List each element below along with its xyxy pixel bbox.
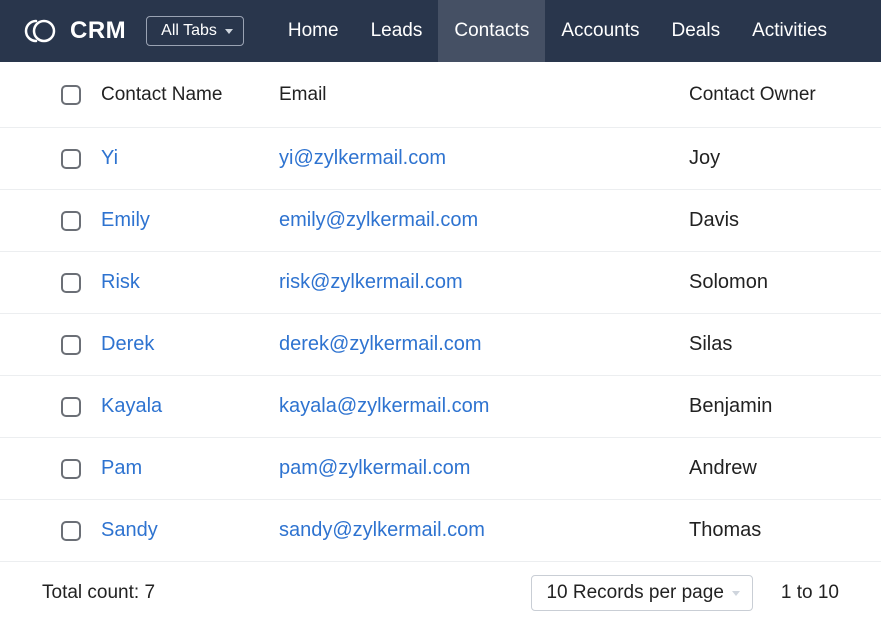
records-per-page-label: 10 Records per page xyxy=(546,582,723,604)
records-per-page-dropdown[interactable]: 10 Records per page xyxy=(531,575,752,611)
contact-name-link[interactable]: Risk xyxy=(101,271,140,293)
table-footer: Total count: 7 10 Records per page 1 to … xyxy=(0,562,881,624)
nav-deals-label: Deals xyxy=(672,20,721,42)
contact-email-link[interactable]: emily@zylkermail.com xyxy=(279,209,478,231)
contact-name-link[interactable]: Yi xyxy=(101,147,118,169)
table-row[interactable]: Derek derek@zylkermail.com Silas xyxy=(0,314,881,376)
column-header-name[interactable]: Contact Name xyxy=(101,84,279,106)
table-row[interactable]: Emily emily@zylkermail.com Davis xyxy=(0,190,881,252)
contact-owner: Benjamin xyxy=(689,395,772,417)
row-checkbox[interactable] xyxy=(61,273,81,293)
crm-logo-icon xyxy=(24,17,58,45)
row-checkbox[interactable] xyxy=(61,459,81,479)
all-tabs-dropdown[interactable]: All Tabs xyxy=(146,16,244,46)
row-checkbox[interactable] xyxy=(61,335,81,355)
contact-owner: Davis xyxy=(689,209,739,231)
nav-home-label: Home xyxy=(288,20,339,42)
main-nav: Home Leads Contacts Accounts Deals Activ… xyxy=(272,0,843,62)
contact-email-link[interactable]: sandy@zylkermail.com xyxy=(279,519,485,541)
page-range: 1 to 10 xyxy=(781,582,839,604)
nav-accounts[interactable]: Accounts xyxy=(545,0,655,62)
nav-activities[interactable]: Activities xyxy=(736,0,843,62)
contact-email-link[interactable]: yi@zylkermail.com xyxy=(279,147,446,169)
caret-down-icon xyxy=(732,591,740,596)
nav-leads-label: Leads xyxy=(371,20,423,42)
select-all-checkbox[interactable] xyxy=(61,85,81,105)
contact-name-link[interactable]: Derek xyxy=(101,333,154,355)
all-tabs-label: All Tabs xyxy=(161,22,217,40)
table-row[interactable]: Kayala kayala@zylkermail.com Benjamin xyxy=(0,376,881,438)
column-header-email[interactable]: Email xyxy=(279,84,689,106)
nav-contacts-label: Contacts xyxy=(454,20,529,42)
contact-owner: Solomon xyxy=(689,271,768,293)
app-name: CRM xyxy=(70,17,126,45)
row-checkbox[interactable] xyxy=(61,211,81,231)
column-header-owner[interactable]: Contact Owner xyxy=(689,84,861,106)
nav-leads[interactable]: Leads xyxy=(355,0,439,62)
contact-owner: Silas xyxy=(689,333,732,355)
caret-down-icon xyxy=(225,29,233,34)
nav-contacts[interactable]: Contacts xyxy=(438,0,545,62)
contact-name-link[interactable]: Pam xyxy=(101,457,142,479)
row-checkbox[interactable] xyxy=(61,397,81,417)
table-row[interactable]: Yi yi@zylkermail.com Joy xyxy=(0,128,881,190)
contact-name-link[interactable]: Emily xyxy=(101,209,150,231)
contact-owner: Thomas xyxy=(689,519,761,541)
table-header-row: Contact Name Email Contact Owner xyxy=(0,62,881,128)
contact-email-link[interactable]: derek@zylkermail.com xyxy=(279,333,482,355)
total-count: Total count: 7 xyxy=(42,582,155,604)
row-checkbox[interactable] xyxy=(61,521,81,541)
nav-activities-label: Activities xyxy=(752,20,827,42)
table-row[interactable]: Sandy sandy@zylkermail.com Thomas xyxy=(0,500,881,562)
contact-email-link[interactable]: risk@zylkermail.com xyxy=(279,271,463,293)
nav-accounts-label: Accounts xyxy=(561,20,639,42)
top-navbar: CRM All Tabs Home Leads Contacts Account… xyxy=(0,0,881,62)
contact-email-link[interactable]: kayala@zylkermail.com xyxy=(279,395,489,417)
contact-name-link[interactable]: Kayala xyxy=(101,395,162,417)
contact-owner: Joy xyxy=(689,147,720,169)
contact-name-link[interactable]: Sandy xyxy=(101,519,158,541)
row-checkbox[interactable] xyxy=(61,149,81,169)
table-row[interactable]: Pam pam@zylkermail.com Andrew xyxy=(0,438,881,500)
table-row[interactable]: Risk risk@zylkermail.com Solomon xyxy=(0,252,881,314)
nav-home[interactable]: Home xyxy=(272,0,355,62)
nav-deals[interactable]: Deals xyxy=(656,0,737,62)
contact-owner: Andrew xyxy=(689,457,757,479)
table-body: Yi yi@zylkermail.com Joy Emily emily@zylkerm… xyxy=(0,128,881,562)
contact-email-link[interactable]: pam@zylkermail.com xyxy=(279,457,470,479)
app-logo[interactable]: CRM xyxy=(24,17,126,45)
